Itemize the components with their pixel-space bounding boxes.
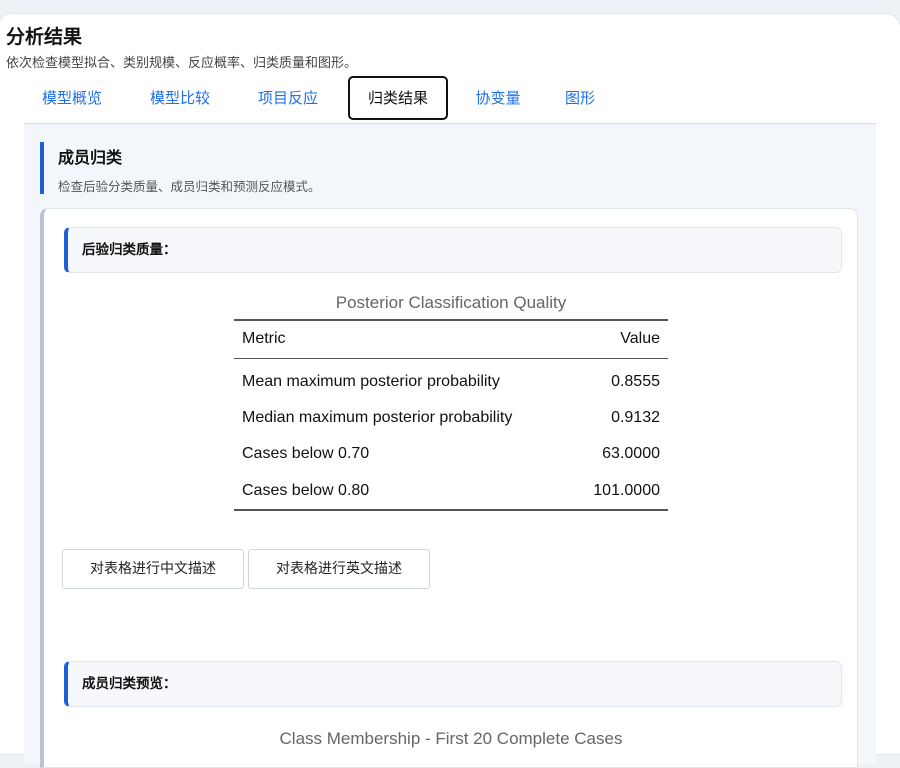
page-title: 分析结果 [6,26,83,48]
tab-model-overview[interactable]: 模型概览 [32,76,112,120]
table-row: Cases below 0.80 101.0000 [234,472,668,511]
preview-heading: 成员归类预览： [64,661,842,707]
quality-table-caption: Posterior Classification Quality [335,293,567,312]
metric-cell: Mean maximum posterior probability [242,373,500,391]
tab-bar: 模型概览 模型比较 项目反应 归类结果 协变量 图形 [24,76,876,124]
column-header-value: Value [570,319,668,359]
value-cell: 63.0000 [602,445,660,462]
tab-model-comparison[interactable]: 模型比较 [140,76,220,120]
table-row: Cases below 0.70 63.0000 [234,436,668,472]
section-subtitle: 检查后验分类质量、成员归类和预测反应模式。 [58,179,321,194]
describe-chinese-button[interactable]: 对表格进行中文描述 [62,549,244,589]
value-cell: 0.8555 [611,373,660,391]
quality-table: Metric Value Mean maximum posterior prob… [234,319,668,511]
tab-covariates[interactable]: 协变量 [464,76,532,120]
metric-cell: Cases below 0.80 [234,472,571,511]
table-row: Median maximum posterior probability 0.9… [234,400,668,436]
value-cell: 101.0000 [570,472,668,511]
metric-cell: Cases below 0.70 [242,445,370,462]
table-header-row: Metric Value [234,319,668,359]
page-subtitle: 依次检查模型拟合、类别规模、反应概率、归类质量和图形。 [6,56,358,71]
section-title: 成员归类 [58,148,123,167]
column-header-metric: Metric [234,319,571,359]
tab-item-response[interactable]: 项目反应 [248,76,328,120]
metric-cell: Median maximum posterior probability [242,409,513,426]
value-cell: 0.9132 [611,409,660,426]
tab-graphs[interactable]: 图形 [552,76,608,120]
quality-heading: 后验归类质量： [64,227,842,273]
tab-classification-results[interactable]: 归类结果 [348,76,448,120]
describe-english-button[interactable]: 对表格进行英文描述 [248,549,430,589]
section-header: 成员归类 检查后验分类质量、成员归类和预测反应模式。 [40,142,321,194]
results-container: 后验归类质量： Posterior Classification Quality… [40,208,858,768]
results-card: 分析结果 依次检查模型拟合、类别规模、反应概率、归类质量和图形。 模型概览 模型… [0,14,900,768]
classification-panel: 成员归类 检查后验分类质量、成员归类和预测反应模式。 后验归类质量： Poste… [24,124,876,768]
table-row: Mean maximum posterior probability 0.855… [234,358,668,400]
preview-table-caption: Class Membership - First 20 Complete Cas… [279,729,623,748]
